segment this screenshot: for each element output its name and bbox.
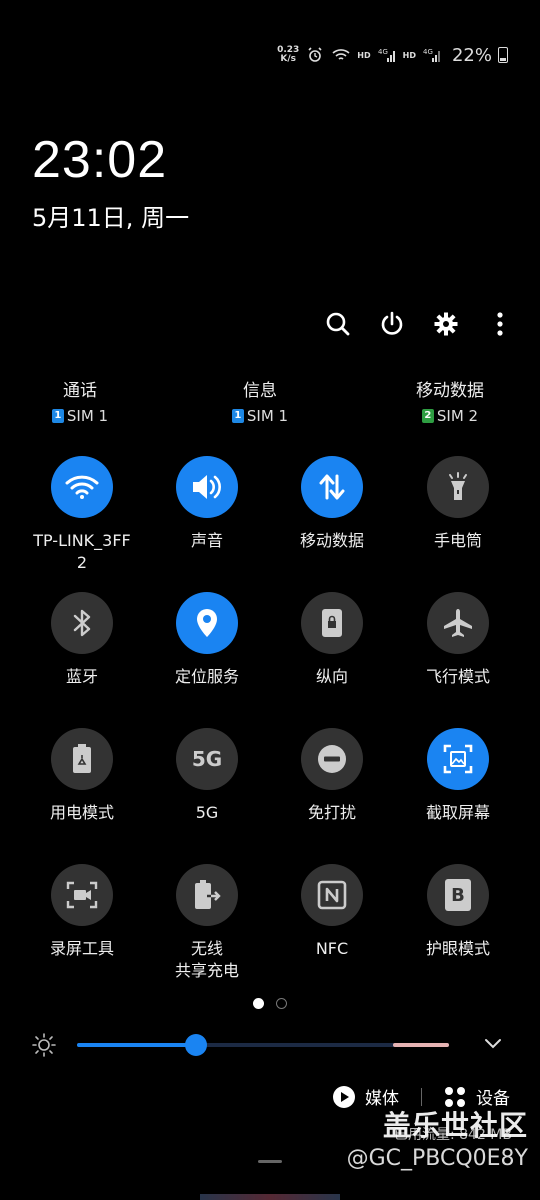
page-dot-active[interactable] — [253, 998, 264, 1009]
tile-label: 截取屏幕 — [425, 803, 490, 822]
sim-name: SIM 2 — [436, 407, 479, 425]
tile-power-mode[interactable]: 用电模式 — [17, 728, 147, 824]
portrait-lock-icon — [301, 592, 363, 654]
quick-panel-actions — [320, 306, 518, 342]
sim-item-label: 移动数据 — [416, 381, 484, 401]
sim-item-mobile-data[interactable]: 移动数据 2 SIM 2 — [400, 376, 500, 425]
bluetooth-icon — [51, 592, 113, 654]
sim-badge: 1 — [51, 409, 64, 423]
tile-label: NFC — [315, 939, 349, 958]
wifi-icon — [51, 456, 113, 518]
more-icon[interactable] — [482, 306, 518, 342]
tile-nfc[interactable]: NFC — [267, 864, 397, 960]
tile-label: 飞行模式 — [425, 667, 490, 686]
brightness-icon — [32, 1033, 56, 1061]
alarm-icon — [305, 46, 325, 64]
clock-time[interactable]: 23:02 — [32, 130, 167, 190]
tile-eye-comfort[interactable]: B 护眼模式 — [393, 864, 523, 960]
sim-item-call[interactable]: 通话 1 SIM 1 — [40, 376, 120, 425]
tile-wireless-powershare[interactable]: 无线 共享充电 — [142, 864, 272, 982]
wifi-icon — [331, 46, 351, 64]
tile-location[interactable]: 定位服务 — [142, 592, 272, 688]
tile-airplane[interactable]: 飞行模式 — [393, 592, 523, 688]
divider — [421, 1087, 422, 1106]
tile-label: 护眼模式 — [425, 939, 490, 958]
net-speed-indicator: 0.23 K/s — [277, 46, 299, 64]
wireless-share-icon — [176, 864, 238, 926]
sim-badge: 2 — [421, 409, 434, 423]
signal-4g-icon: 4G — [422, 46, 442, 64]
tile-label: 5G — [195, 803, 219, 822]
flashlight-icon — [427, 456, 489, 518]
brightness-slider[interactable] — [77, 1034, 449, 1056]
eye-comfort-icon-text: B — [451, 884, 465, 906]
clock-date[interactable]: 5月11日, 周一 — [32, 198, 189, 233]
watermark-handle: @GC_PBCQ0E8Y — [346, 1146, 528, 1171]
tile-label: 录屏工具 — [49, 939, 114, 958]
tile-mobile-data[interactable]: 移动数据 — [267, 456, 397, 552]
svg-text:4G: 4G — [378, 48, 388, 56]
tile-label: TP-LINK_3FF 2 — [33, 531, 131, 572]
gear-icon[interactable] — [428, 306, 464, 342]
data-arrows-icon — [301, 456, 363, 518]
tile-label: 用电模式 — [49, 803, 114, 822]
brightness-slider-thumb[interactable] — [185, 1034, 208, 1056]
sim-item-label: 通话 — [63, 381, 97, 401]
brightness-control — [32, 1030, 512, 1060]
battery-icon — [498, 47, 508, 63]
sim-item-label: 信息 — [243, 381, 277, 401]
tile-screenshot[interactable]: 截取屏幕 — [393, 728, 523, 824]
panel-drag-handle[interactable] — [258, 1160, 282, 1163]
tile-label: 定位服务 — [174, 667, 239, 686]
battery-percent: 22% — [451, 44, 492, 66]
tile-bluetooth[interactable]: 蓝牙 — [17, 592, 147, 688]
watermark-brand: 盖乐世社区 — [382, 1109, 528, 1142]
speaker-icon — [176, 456, 238, 518]
page-indicator — [253, 998, 287, 1009]
status-bar: 0.23 K/s HD 4G HD 4G 22% — [277, 40, 508, 70]
brightness-slider-end — [393, 1043, 449, 1047]
play-icon — [333, 1085, 355, 1108]
signal-4g-icon: 4G — [377, 46, 397, 64]
tile-label: 无线 共享充电 — [174, 939, 239, 980]
tile-flashlight[interactable]: 手电筒 — [393, 456, 523, 552]
5g-icon-text: 5G — [191, 747, 223, 771]
sim-badge: 1 — [231, 409, 244, 423]
airplane-icon — [427, 592, 489, 654]
screenshot-icon — [427, 728, 489, 790]
tile-label: 蓝牙 — [65, 667, 98, 686]
sim-name: SIM 1 — [66, 407, 109, 425]
chevron-down-icon[interactable] — [484, 1034, 502, 1053]
location-icon — [176, 592, 238, 654]
sim-item-message[interactable]: 信息 1 SIM 1 — [220, 376, 300, 425]
underlying-app-edge — [200, 1194, 340, 1200]
tile-label: 声音 — [190, 531, 223, 550]
tile-5g[interactable]: 5G 5G — [142, 728, 272, 824]
power-icon[interactable] — [374, 306, 410, 342]
tile-portrait[interactable]: 纵向 — [267, 592, 397, 688]
tile-wifi[interactable]: TP-LINK_3FF 2 — [17, 456, 147, 574]
eye-comfort-icon: B — [427, 864, 489, 926]
5g-icon: 5G — [176, 728, 238, 790]
page-dot[interactable] — [276, 998, 287, 1009]
nfc-icon — [301, 864, 363, 926]
net-speed-unit: K/s — [280, 54, 296, 64]
tile-label: 移动数据 — [299, 531, 364, 550]
tile-label: 免打扰 — [307, 803, 356, 822]
battery-eco-icon — [51, 728, 113, 790]
dnd-icon — [301, 728, 363, 790]
screen-record-icon — [51, 864, 113, 926]
hd-icon: HD — [357, 50, 371, 60]
tile-label: 手电筒 — [433, 531, 482, 550]
tile-label: 纵向 — [315, 667, 348, 686]
hd-icon: HD — [402, 50, 416, 60]
search-icon[interactable] — [320, 306, 356, 342]
sim-name: SIM 1 — [246, 407, 289, 425]
svg-text:4G: 4G — [423, 48, 433, 56]
tile-dnd[interactable]: 免打扰 — [267, 728, 397, 824]
tile-sound[interactable]: 声音 — [142, 456, 272, 552]
brightness-slider-fill — [77, 1043, 197, 1047]
tile-screen-recorder[interactable]: 录屏工具 — [17, 864, 147, 960]
